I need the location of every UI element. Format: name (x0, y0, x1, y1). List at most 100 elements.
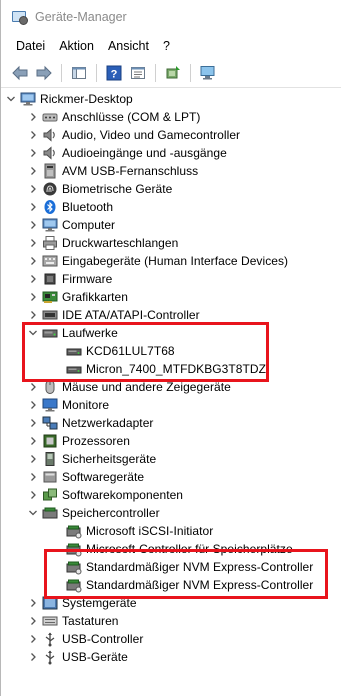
category-label: Firmware (62, 272, 113, 286)
device-item[interactable]: Microsoft-Controller für Speicherplätze (51, 540, 293, 558)
category-softwareger-te[interactable]: Softwaregeräte (27, 468, 144, 486)
chevron-right-icon[interactable] (27, 630, 39, 648)
category-usb-controller[interactable]: USB-Controller (27, 630, 143, 648)
category-grafikkarten[interactable]: Grafikkarten (27, 288, 128, 306)
category-tastaturen[interactable]: Tastaturen (27, 612, 119, 630)
properties-icon (131, 66, 145, 79)
speaker-icon (42, 127, 58, 143)
device-manager-icon (11, 10, 28, 25)
storage-controller-icon (66, 541, 82, 557)
title-bar[interactable]: Geräte-Manager (1, 0, 341, 34)
chevron-right-icon[interactable] (27, 126, 39, 144)
category-firmware[interactable]: Firmware (27, 270, 112, 288)
category-label: Grafikkarten (62, 290, 128, 304)
chevron-right-icon[interactable] (27, 486, 39, 504)
disk-drive-icon (66, 361, 82, 377)
tree-root[interactable]: Rickmer-Desktop (5, 90, 133, 108)
category-prozessoren[interactable]: Prozessoren (27, 432, 130, 450)
speaker-icon (42, 145, 58, 161)
category-audioeing-nge-und-ausg-nge[interactable]: Audioeingänge und -ausgänge (27, 144, 227, 162)
hid-icon (42, 253, 58, 269)
scan-hardware-icon (200, 65, 215, 79)
category-label: AVM USB-Fernanschluss (62, 164, 199, 178)
category-softwarekomponenten[interactable]: Softwarekomponenten (27, 486, 183, 504)
category-label: Speichercontroller (62, 506, 160, 520)
show-hide-console-tree-button[interactable] (68, 62, 90, 84)
menu-ansicht[interactable]: Ansicht (101, 39, 156, 53)
update-driver-button[interactable] (162, 62, 184, 84)
chevron-right-icon[interactable] (27, 270, 39, 288)
back-button[interactable] (9, 62, 31, 84)
category-systemger-te[interactable]: Systemgeräte (27, 594, 137, 612)
device-item[interactable]: Standardmäßiger NVM Express-Controller (51, 558, 313, 576)
category-label: Systemgeräte (62, 596, 137, 610)
menu-help[interactable]: ? (156, 39, 177, 53)
help-button[interactable]: ? (103, 62, 125, 84)
properties-button[interactable] (127, 62, 149, 84)
chevron-down-icon[interactable] (27, 504, 39, 522)
chevron-right-icon[interactable] (27, 234, 39, 252)
category-computer[interactable]: Computer (27, 216, 115, 234)
device-label: Micron_7400_MTFDKBG3T8TDZ (86, 362, 266, 376)
category-label: Bluetooth (62, 200, 114, 214)
chevron-right-icon[interactable] (27, 198, 39, 216)
category-sicherheitsger-te[interactable]: Sicherheitsgeräte (27, 450, 156, 468)
chevron-right-icon[interactable] (27, 612, 39, 630)
chevron-right-icon[interactable] (27, 594, 39, 612)
category-anschl-sse-com-lpt[interactable]: Anschlüsse (COM & LPT) (27, 108, 200, 126)
svg-text:?: ? (111, 68, 118, 80)
forward-button[interactable] (33, 62, 55, 84)
device-item[interactable]: Micron_7400_MTFDKBG3T8TDZ (51, 360, 266, 378)
chevron-right-icon[interactable] (27, 378, 39, 396)
category-avm-usb-fernanschluss[interactable]: AVM USB-Fernanschluss (27, 162, 198, 180)
chevron-right-icon[interactable] (27, 108, 39, 126)
category-ide-ata-atapi-controller[interactable]: IDE ATA/ATAPI-Controller (27, 306, 200, 324)
scan-hardware-button[interactable] (197, 62, 219, 84)
chevron-down-icon[interactable] (5, 90, 17, 108)
storage-controller-icon (66, 559, 82, 575)
category-monitore[interactable]: Monitore (27, 396, 109, 414)
chevron-right-icon[interactable] (27, 396, 39, 414)
chevron-down-icon[interactable] (27, 324, 39, 342)
software-device-icon (42, 469, 58, 485)
category-m-use-und-andere-zeigeger-te[interactable]: Mäuse und andere Zeigegeräte (27, 378, 231, 396)
chevron-right-icon[interactable] (27, 216, 39, 234)
usb-icon (42, 649, 58, 665)
category-druckwarteschlangen[interactable]: Druckwarteschlangen (27, 234, 178, 252)
device-item[interactable]: Microsoft iSCSI-Initiator (51, 522, 213, 540)
chevron-right-icon[interactable] (27, 180, 39, 198)
toolbar-separator (61, 63, 62, 82)
security-device-icon (42, 451, 58, 467)
device-item[interactable]: Standardmäßiger NVM Express-Controller (51, 576, 313, 594)
category-bluetooth[interactable]: Bluetooth (27, 198, 113, 216)
disk-drive-icon (66, 343, 82, 359)
update-driver-icon (166, 65, 180, 78)
category-eingabeger-te-human-interface-devices[interactable]: Eingabegeräte (Human Interface Devices) (27, 252, 288, 270)
chevron-right-icon[interactable] (27, 432, 39, 450)
menu-aktion[interactable]: Aktion (52, 39, 101, 53)
device-tree: Rickmer-Desktop Anschlüsse (COM & LPT) Au… (1, 88, 341, 665)
category-speichercontroller[interactable]: Speichercontroller (27, 504, 160, 522)
menu-datei[interactable]: Datei (9, 39, 52, 53)
device-item[interactable]: KCD61LUL7T68 (51, 342, 175, 360)
chevron-right-icon[interactable] (27, 414, 39, 432)
category-usb-ger-te[interactable]: USB-Geräte (27, 648, 128, 666)
category-audio-video-und-gamecontroller[interactable]: Audio, Video und Gamecontroller (27, 126, 240, 144)
category-netzwerkadapter[interactable]: Netzwerkadapter (27, 414, 153, 432)
back-arrow-icon (12, 65, 28, 80)
category-label: IDE ATA/ATAPI-Controller (62, 308, 200, 322)
chevron-right-icon[interactable] (27, 252, 39, 270)
chevron-right-icon[interactable] (27, 162, 39, 180)
category-biometrische-ger-te[interactable]: Biometrische Geräte (27, 180, 172, 198)
device-label: Microsoft-Controller für Speicherplätze (86, 542, 293, 556)
menu-bar: Datei Aktion Ansicht ? (1, 34, 341, 58)
chevron-right-icon[interactable] (27, 468, 39, 486)
chip-icon (42, 271, 58, 287)
chevron-right-icon[interactable] (27, 144, 39, 162)
chevron-right-icon[interactable] (27, 306, 39, 324)
chevron-right-icon[interactable] (27, 648, 39, 666)
category-laufwerke[interactable]: Laufwerke (27, 324, 118, 342)
chevron-right-icon[interactable] (27, 288, 39, 306)
category-label: Softwaregeräte (62, 470, 145, 484)
chevron-right-icon[interactable] (27, 450, 39, 468)
